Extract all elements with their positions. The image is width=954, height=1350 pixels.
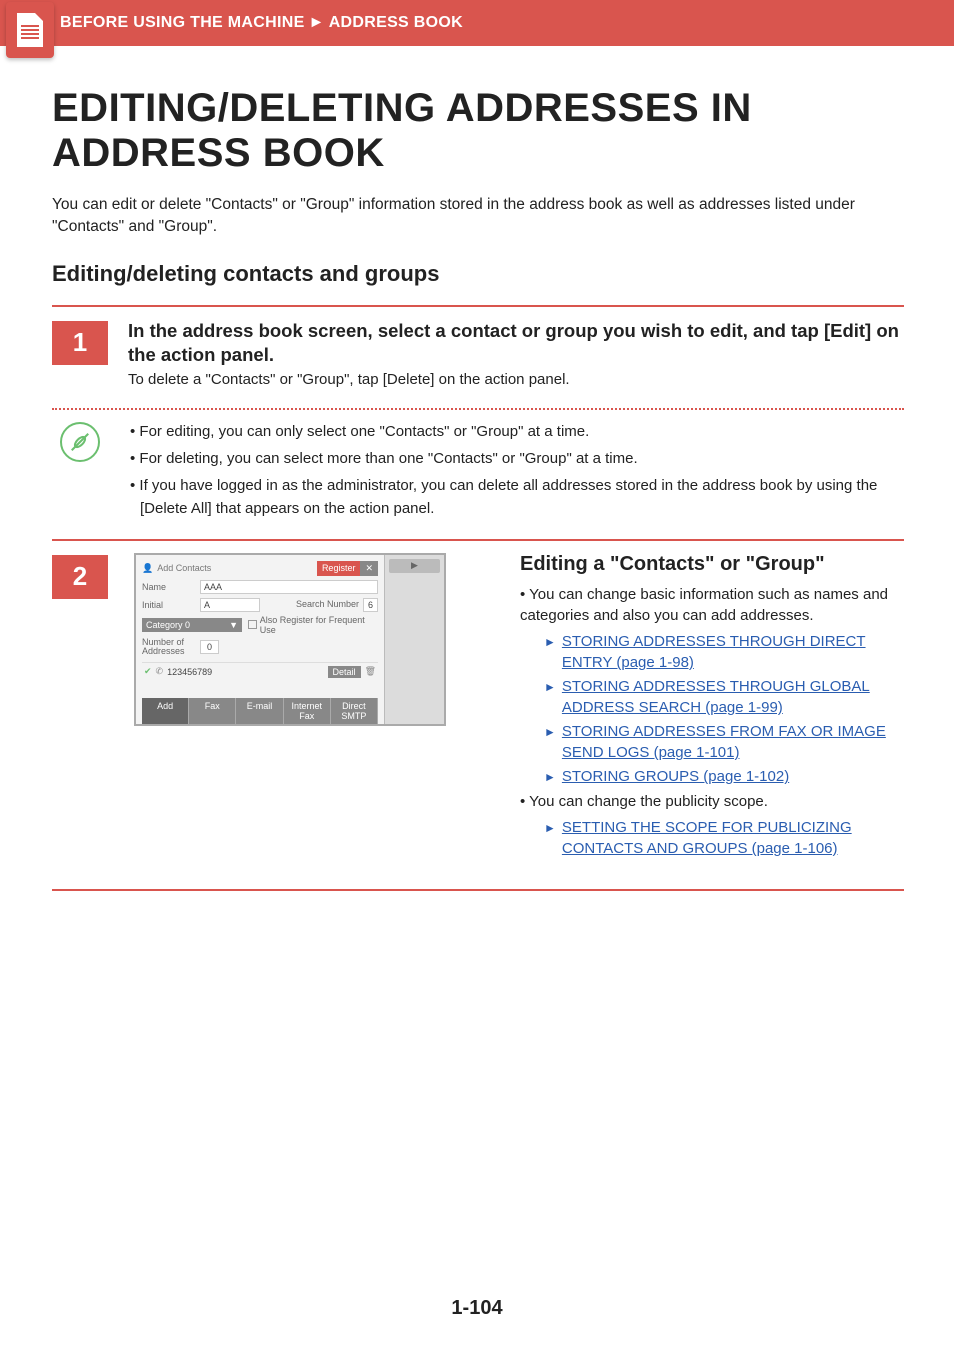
step-1-title: In the address book screen, select a con… (128, 319, 904, 367)
tab-fax[interactable]: Fax (189, 698, 236, 724)
link-publicity-scope[interactable]: SETTING THE SCOPE FOR PUBLICIZING CONTAC… (562, 817, 904, 859)
section-heading: Editing/deleting contacts and groups (52, 261, 904, 287)
intro-text: You can edit or delete "Contacts" or "Gr… (52, 194, 904, 239)
tab-ifax[interactable]: Internet Fax (284, 698, 331, 724)
num-addresses-value: 0 (200, 640, 219, 654)
divider (52, 889, 904, 891)
initial-input[interactable]: A (200, 598, 260, 612)
step-2-bullet: You can change the publicity scope. (520, 791, 904, 813)
search-number-input[interactable]: 6 (363, 598, 378, 612)
breadcrumb: BEFORE USING THE MACHINE ► ADDRESS BOOK (0, 0, 954, 46)
frequent-use-checkbox[interactable]: Also Register for Frequent Use (248, 615, 378, 635)
side-expand-button[interactable]: ▶ (389, 559, 440, 573)
triangle-icon: ► (544, 820, 556, 837)
step-1: 1 In the address book screen, select a c… (52, 305, 904, 398)
note-icon (52, 420, 108, 464)
detail-button[interactable]: Detail (328, 666, 361, 678)
link-direct-entry[interactable]: STORING ADDRESSES THROUGH DIRECT ENTRY (… (562, 631, 904, 673)
num-addresses-label: Number of Addresses (142, 638, 200, 656)
name-input[interactable]: AAA (200, 580, 378, 594)
step-2-bullet: You can change basic information such as… (520, 584, 904, 628)
phone-icon: ✆ (156, 666, 164, 677)
breadcrumb-a: BEFORE USING THE MACHINE (60, 14, 305, 32)
close-icon[interactable]: ✕ (360, 561, 378, 576)
note-item: For editing, you can only select one "Co… (136, 420, 904, 443)
register-button[interactable]: Register (317, 561, 361, 576)
page-number: 1-104 (0, 1297, 954, 1320)
breadcrumb-b: ADDRESS BOOK (329, 14, 463, 32)
note-item: If you have logged in as the administrat… (136, 474, 904, 521)
step-2-heading: Editing a "Contacts" or "Group" (520, 553, 904, 576)
ui-title: Add Contacts (157, 563, 211, 573)
step-2: 2 👤 Add Contacts Register ✕ (52, 539, 904, 891)
screenshot-add-contacts: 👤 Add Contacts Register ✕ Name AAA (134, 553, 446, 726)
tab-add[interactable]: Add (142, 698, 189, 724)
triangle-icon: ► (544, 724, 556, 741)
entry-number: 123456789 (167, 667, 212, 677)
section-icon (6, 2, 54, 58)
check-icon[interactable]: ✔ (144, 666, 152, 677)
chevron-down-icon: ▼ (229, 620, 238, 630)
category-select[interactable]: Category 0▼ (142, 618, 242, 632)
person-icon: 👤 (142, 563, 153, 574)
page-title: EDITING/DELETING ADDRESSES IN ADDRESS BO… (52, 86, 904, 176)
step-2-badge: 2 (52, 555, 108, 599)
link-groups[interactable]: STORING GROUPS (page 1-102) (562, 766, 789, 787)
tab-email[interactable]: E-mail (236, 698, 283, 724)
breadcrumb-sep: ► (309, 14, 325, 32)
step-1-badge: 1 (52, 321, 108, 365)
note-item: For deleting, you can select more than o… (136, 447, 904, 470)
search-number-label: Search Number (296, 600, 359, 609)
link-global-search[interactable]: STORING ADDRESSES THROUGH GLOBAL ADDRESS… (562, 676, 904, 718)
triangle-icon: ► (544, 679, 556, 696)
step-1-notes: For editing, you can only select one "Co… (52, 410, 904, 539)
initial-label: Initial (142, 600, 200, 610)
triangle-icon: ► (544, 634, 556, 651)
trash-icon[interactable]: 🗑 (365, 666, 376, 677)
tab-smtp[interactable]: Direct SMTP (331, 698, 378, 724)
link-send-logs[interactable]: STORING ADDRESSES FROM FAX OR IMAGE SEND… (562, 721, 904, 763)
name-label: Name (142, 582, 200, 592)
step-1-text: To delete a "Contacts" or "Group", tap [… (128, 371, 904, 388)
triangle-icon: ► (544, 769, 556, 786)
